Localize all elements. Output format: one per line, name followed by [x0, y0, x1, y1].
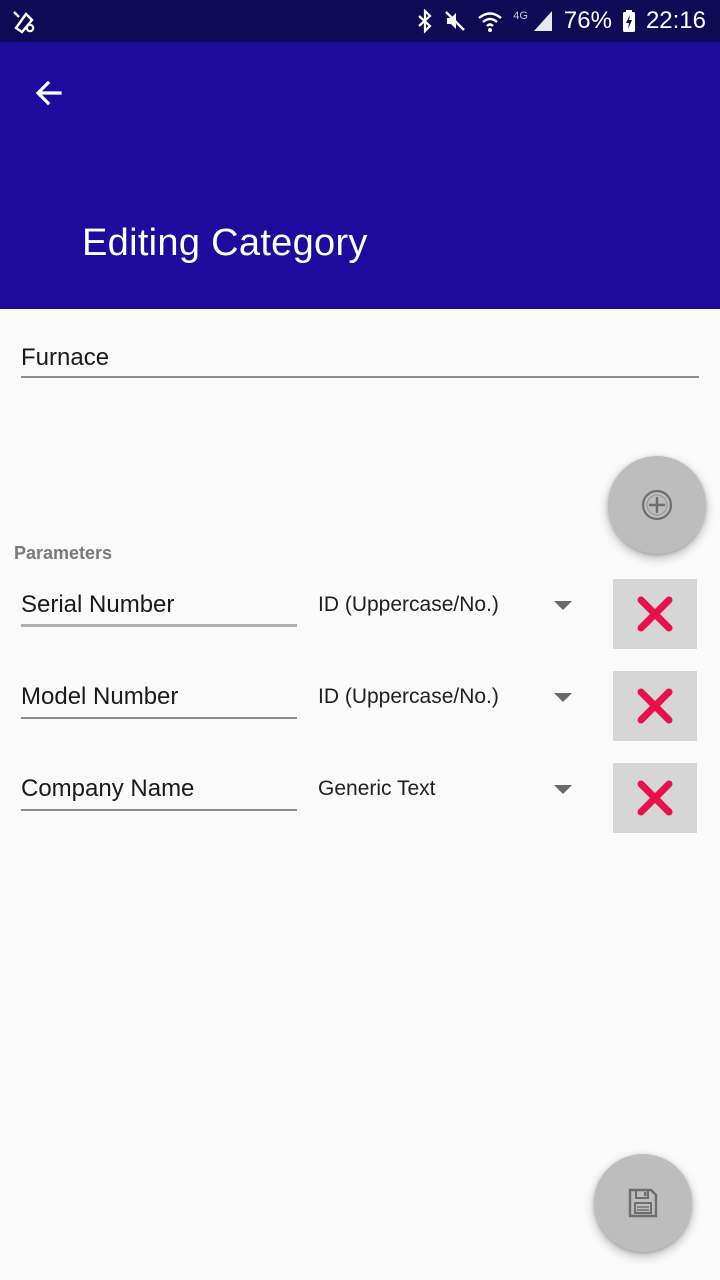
- parameter-type-dropdown[interactable]: ID (Uppercase/No.): [318, 679, 580, 719]
- add-circle-icon: [641, 489, 673, 521]
- app-bar: Editing Category: [0, 42, 720, 309]
- wifi-icon: [477, 9, 503, 33]
- delete-parameter-button[interactable]: [613, 671, 697, 741]
- dropdown-arrow-icon: [554, 601, 572, 610]
- parameter-row: Company Name Generic Text: [0, 763, 720, 835]
- battery-icon: [622, 9, 636, 33]
- parameter-type-value: ID (Uppercase/No.): [318, 685, 499, 708]
- dropdown-arrow-icon: [554, 785, 572, 794]
- dropdown-arrow-icon: [554, 693, 572, 702]
- back-button[interactable]: [26, 70, 72, 116]
- parameter-type-dropdown[interactable]: ID (Uppercase/No.): [318, 587, 580, 627]
- parameter-type-value: Generic Text: [318, 777, 436, 800]
- parameters-label: Parameters: [14, 543, 113, 563]
- save-button[interactable]: [594, 1154, 692, 1252]
- bluetooth-icon: [417, 9, 433, 33]
- close-icon: [637, 596, 673, 632]
- close-icon: [637, 688, 673, 724]
- parameter-row: Model Number ID (Uppercase/No.): [0, 671, 720, 743]
- status-bar: 4G 76% 22:16: [0, 0, 720, 42]
- arrow-back-icon: [35, 80, 62, 106]
- save-icon: [628, 1188, 658, 1218]
- parameter-type-value: ID (Uppercase/No.): [318, 593, 499, 616]
- mute-icon: [443, 9, 467, 33]
- delete-parameter-button[interactable]: [613, 579, 697, 649]
- parameter-row: Serial Number ID (Uppercase/No.): [0, 579, 720, 651]
- battery-percent: 76%: [563, 7, 612, 34]
- delete-parameter-button[interactable]: [613, 763, 697, 833]
- parameter-type-dropdown[interactable]: Generic Text: [318, 771, 580, 811]
- add-parameter-button[interactable]: [608, 456, 706, 554]
- parameter-name-input[interactable]: Model Number: [21, 679, 297, 719]
- network-type-label: 4G: [513, 10, 528, 22]
- page-title: Editing Category: [82, 222, 368, 264]
- clock: 22:16: [645, 7, 706, 34]
- parameter-name-input[interactable]: Company Name: [21, 771, 297, 811]
- category-name-input[interactable]: Furnace: [21, 336, 699, 378]
- parameter-name-input[interactable]: Serial Number: [21, 587, 297, 627]
- signal-icon: [532, 9, 554, 33]
- close-icon: [637, 780, 673, 816]
- notification-icon: [10, 8, 38, 34]
